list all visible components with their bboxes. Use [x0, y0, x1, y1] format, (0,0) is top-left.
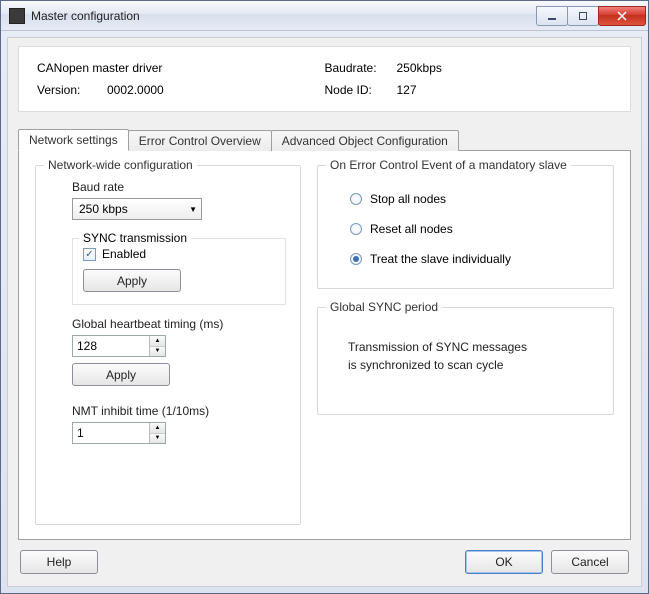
- app-icon: [9, 8, 25, 24]
- sync-legend: SYNC transmission: [79, 231, 191, 245]
- close-icon: [617, 11, 627, 21]
- help-button[interactable]: Help: [20, 550, 98, 574]
- check-icon: ✓: [85, 249, 93, 260]
- heartbeat-spinner[interactable]: ▲ ▼: [72, 335, 166, 357]
- tab-network-settings[interactable]: Network settings: [18, 129, 129, 151]
- heartbeat-input[interactable]: [73, 336, 149, 356]
- minimize-button[interactable]: [536, 6, 568, 26]
- spin-down-icon[interactable]: ▼: [150, 434, 165, 444]
- sync-enabled-label: Enabled: [102, 247, 146, 261]
- group-error-control-event: On Error Control Event of a mandatory sl…: [317, 165, 614, 289]
- nodeid-value: 127: [397, 79, 417, 101]
- sync-period-line1: Transmission of SYNC messages: [348, 338, 591, 356]
- tab-panel-network: Network-wide configuration Baud rate 250…: [18, 150, 631, 540]
- ok-button[interactable]: OK: [465, 550, 543, 574]
- maximize-button[interactable]: [567, 6, 599, 26]
- radio-treat-individually[interactable]: [350, 253, 362, 265]
- chevron-down-icon: ▼: [189, 205, 197, 214]
- radio-reset-all-label: Reset all nodes: [370, 222, 453, 236]
- titlebar[interactable]: Master configuration: [1, 1, 648, 31]
- sync-period-text: Transmission of SYNC messages is synchro…: [332, 318, 599, 400]
- baudrate-label: Baudrate:: [325, 57, 397, 79]
- footer-spacer: [106, 550, 457, 574]
- tab-error-control-overview[interactable]: Error Control Overview: [128, 130, 272, 151]
- dialog-footer: Help OK Cancel: [18, 540, 631, 576]
- client-area: CANopen master driver Baudrate: 250kbps …: [7, 37, 642, 587]
- spinner-buttons: ▲ ▼: [149, 423, 165, 443]
- error-event-legend: On Error Control Event of a mandatory sl…: [326, 158, 571, 172]
- info-panel: CANopen master driver Baudrate: 250kbps …: [18, 46, 631, 112]
- radio-reset-all[interactable]: [350, 223, 362, 235]
- spin-down-icon[interactable]: ▼: [150, 347, 165, 357]
- heartbeat-label: Global heartbeat timing (ms): [72, 317, 286, 331]
- nmt-spinner[interactable]: ▲ ▼: [72, 422, 166, 444]
- heartbeat-apply-button[interactable]: Apply: [72, 363, 170, 386]
- version-label: Version:: [37, 79, 107, 101]
- window-buttons: [537, 6, 646, 26]
- driver-name: CANopen master driver: [37, 57, 162, 79]
- sync-enabled-checkbox[interactable]: ✓: [83, 248, 96, 261]
- baudrate-value: 250kbps: [397, 57, 442, 79]
- spin-up-icon[interactable]: ▲: [150, 336, 165, 347]
- baud-rate-value: 250 kbps: [79, 202, 128, 216]
- sync-period-line2: is synchronized to scan cycle: [348, 356, 591, 374]
- baud-rate-label: Baud rate: [72, 180, 286, 194]
- sync-period-legend: Global SYNC period: [326, 300, 442, 314]
- window-title: Master configuration: [31, 9, 537, 23]
- group-network-wide: Network-wide configuration Baud rate 250…: [35, 165, 301, 525]
- radio-stop-all-label: Stop all nodes: [370, 192, 446, 206]
- minimize-icon: [548, 18, 556, 20]
- tab-advanced-object-configuration[interactable]: Advanced Object Configuration: [271, 130, 459, 151]
- tab-bar: Network settings Error Control Overview …: [18, 128, 631, 150]
- maximize-icon: [579, 12, 587, 20]
- version-value: 0002.0000: [107, 79, 164, 101]
- nmt-label: NMT inhibit time (1/10ms): [72, 404, 286, 418]
- group-global-sync-period: Global SYNC period Transmission of SYNC …: [317, 307, 614, 415]
- cancel-button[interactable]: Cancel: [551, 550, 629, 574]
- group-network-wide-legend: Network-wide configuration: [44, 158, 197, 172]
- radio-individual-label: Treat the slave individually: [370, 252, 511, 266]
- baud-rate-select[interactable]: 250 kbps ▼: [72, 198, 202, 220]
- spin-up-icon[interactable]: ▲: [150, 423, 165, 434]
- nodeid-label: Node ID:: [325, 79, 397, 101]
- group-sync-transmission: SYNC transmission ✓ Enabled Apply: [72, 238, 286, 305]
- radio-stop-all[interactable]: [350, 193, 362, 205]
- sync-apply-button[interactable]: Apply: [83, 269, 181, 292]
- spinner-buttons: ▲ ▼: [149, 336, 165, 356]
- window-frame: Master configuration CANopen master driv…: [0, 0, 649, 594]
- close-button[interactable]: [598, 6, 646, 26]
- nmt-input[interactable]: [73, 423, 149, 443]
